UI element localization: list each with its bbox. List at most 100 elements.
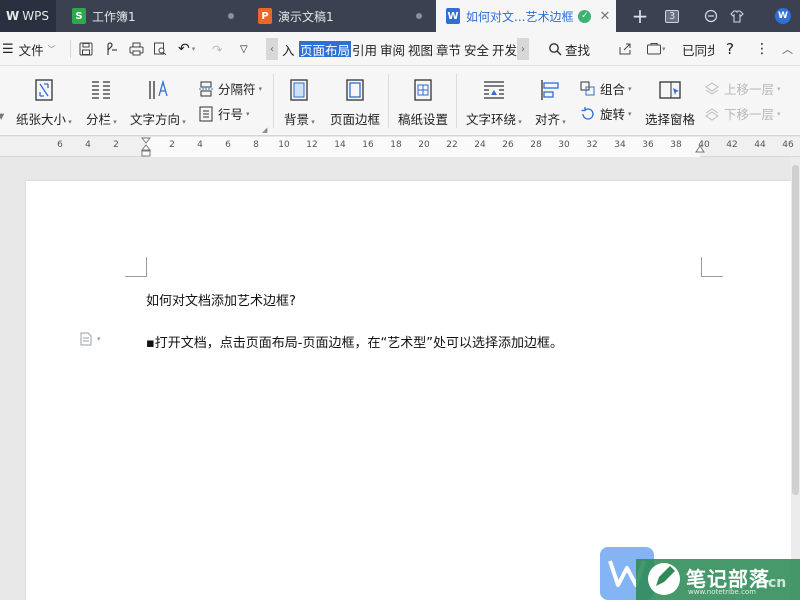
- chevron-down-icon: ▾: [66, 118, 72, 126]
- file-menu[interactable]: ☰ 文件 ﹀: [0, 32, 62, 66]
- selection-pane-label: 选择窗格: [645, 112, 696, 127]
- selection-pane-icon: [659, 81, 681, 99]
- vertical-scrollbar[interactable]: [791, 157, 800, 600]
- send-backward-icon: [705, 107, 719, 121]
- watermark-url: www.notetribe.com: [688, 588, 757, 596]
- export-pdf-icon[interactable]: [104, 32, 120, 66]
- find-button[interactable]: 查找: [548, 32, 590, 66]
- margins-dropdown-icon[interactable]: ▾: [0, 108, 4, 123]
- text-direction-button[interactable]: 文字方向 ▾: [130, 78, 186, 128]
- redo-icon[interactable]: ↷: [212, 32, 226, 66]
- separator-button[interactable]: 分隔符 ▾: [198, 79, 262, 98]
- paper-size-button[interactable]: 纸张大小 ▾: [16, 78, 72, 128]
- manuscript-settings-button[interactable]: 稿纸设置: [398, 78, 448, 128]
- align-icon: [541, 80, 560, 100]
- ruler-tick-label: 8: [253, 140, 259, 150]
- undo-button[interactable]: ↶ ▾: [178, 32, 206, 66]
- new-tab-button[interactable]: +: [628, 0, 652, 32]
- line-number-icon: [199, 106, 213, 121]
- align-button[interactable]: 对齐 ▾: [535, 78, 566, 128]
- shirt-icon[interactable]: [728, 0, 746, 32]
- group-button[interactable]: 组合 ▾: [580, 79, 632, 98]
- ruler-tick-label: 4: [85, 140, 91, 150]
- ruler-tick-label: 20: [418, 140, 430, 150]
- scrollbar-thumb[interactable]: [792, 165, 799, 495]
- chevron-down-icon: ▾: [560, 118, 566, 126]
- tab-page-layout[interactable]: 页面布局: [299, 41, 352, 58]
- chevron-down-icon: ▾: [777, 84, 781, 93]
- quick-access-dropdown-icon[interactable]: ▽: [240, 32, 254, 66]
- paragraph-icon: [80, 332, 92, 346]
- send-backward-label: 下移一层: [724, 107, 775, 122]
- rotate-button[interactable]: 旋转 ▾: [580, 104, 632, 123]
- document-heading[interactable]: 如何对文档添加艺术边框?: [146, 290, 296, 309]
- tab-view[interactable]: 视图: [408, 32, 433, 66]
- help-icon[interactable]: ?: [726, 32, 734, 66]
- tab-security[interactable]: 安全: [464, 32, 489, 66]
- share-icon[interactable]: [618, 32, 634, 66]
- chevron-down-icon: ▾: [662, 45, 666, 53]
- collapse-ribbon-icon[interactable]: ︿: [782, 32, 793, 66]
- avatar-icon: W: [775, 8, 791, 24]
- cloud-button[interactable]: ▾: [646, 32, 670, 66]
- ruler-tick-label: 38: [670, 140, 682, 150]
- line-number-button[interactable]: 行号 ▾: [198, 104, 250, 123]
- more-options-icon[interactable]: ⋮: [755, 32, 769, 66]
- group-icon: [580, 81, 595, 95]
- ruler-tick-label: 36: [642, 140, 654, 150]
- ruler-tick-label: 6: [57, 140, 63, 150]
- background-label: 背景: [284, 112, 310, 127]
- paragraph-handle[interactable]: ▾: [80, 332, 101, 346]
- horizontal-ruler[interactable]: 6 4 2 2 4 6 8 10 12 14 16 18 20 22 24 26 28 30 32 34 36 38 40 4…: [0, 137, 800, 157]
- send-backward-button[interactable]: 下移一层 ▾: [704, 104, 781, 123]
- chevron-down-icon: ▾: [258, 84, 263, 93]
- account-avatar[interactable]: W: [774, 0, 792, 32]
- hamburger-icon: ☰: [2, 41, 14, 57]
- paper-size-icon: [35, 79, 53, 101]
- separator-icon: [199, 81, 213, 96]
- ruler-tick-label: 4: [197, 140, 203, 150]
- chevron-down-icon: ▾: [628, 84, 632, 93]
- scroll-left-icon[interactable]: ‹: [266, 38, 278, 60]
- tab-presentation[interactable]: P 演示文稿1: [248, 0, 432, 32]
- tab-review[interactable]: 审阅: [380, 32, 405, 66]
- document-paragraph[interactable]: ▪打开文档，点击页面布局-页面边框，在“艺术型”处可以选择添加边框。: [146, 332, 563, 351]
- presentation-icon: P: [258, 8, 272, 24]
- tab-insert[interactable]: 入: [282, 32, 295, 66]
- document-page[interactable]: 如何对文档添加艺术边框? ▾ ▪打开文档，点击页面布局-页面边框，在“艺术型”处…: [26, 181, 792, 600]
- scroll-right-icon[interactable]: ›: [517, 38, 529, 60]
- selection-pane-button[interactable]: 选择窗格: [645, 78, 695, 128]
- bring-forward-button[interactable]: 上移一层 ▾: [704, 79, 781, 98]
- tab-wps-home[interactable]: W WPS: [0, 0, 56, 32]
- tab-developer[interactable]: 开发: [492, 32, 517, 66]
- background-button[interactable]: 背景 ▾: [284, 78, 315, 128]
- left-indent-marker[interactable]: [140, 137, 152, 157]
- search-icon: [549, 43, 562, 56]
- close-tab-icon[interactable]: ✕: [599, 9, 610, 24]
- file-menu-label: 文件: [18, 42, 44, 58]
- right-indent-marker[interactable]: [695, 142, 705, 153]
- print-icon[interactable]: [128, 32, 144, 66]
- ruler-tick-label: 30: [558, 140, 570, 150]
- page-setup-dialog-icon[interactable]: ◢: [262, 126, 267, 134]
- skin-icon[interactable]: [702, 0, 720, 32]
- page-border-button[interactable]: 页面边框: [330, 78, 380, 128]
- sync-status[interactable]: 已同步: [682, 32, 714, 66]
- ruler-tick-label: 46: [782, 140, 794, 150]
- ruler-tick-label: 2: [113, 140, 119, 150]
- tab-document-active[interactable]: W 如何对文...艺术边框 ✓ ✕: [436, 0, 616, 32]
- text-wrap-button[interactable]: 文字环绕 ▾: [466, 78, 522, 128]
- tab-label: 演示文稿1: [278, 9, 334, 24]
- ruler-tick-label: 28: [530, 140, 542, 150]
- chevron-down-icon: ▾: [111, 118, 117, 126]
- ruler-tick-label: 10: [278, 140, 290, 150]
- tab-references[interactable]: 引用: [352, 32, 377, 66]
- save-icon[interactable]: [78, 32, 94, 66]
- tab-workbook[interactable]: S 工作簿1: [62, 0, 244, 32]
- group-label: 组合: [600, 82, 626, 97]
- print-preview-icon[interactable]: [152, 32, 168, 66]
- columns-button[interactable]: 分栏 ▾: [86, 78, 117, 128]
- bring-forward-icon: [705, 81, 719, 95]
- window-count-button[interactable]: 3: [662, 0, 682, 32]
- tab-section[interactable]: 章节: [436, 32, 461, 66]
